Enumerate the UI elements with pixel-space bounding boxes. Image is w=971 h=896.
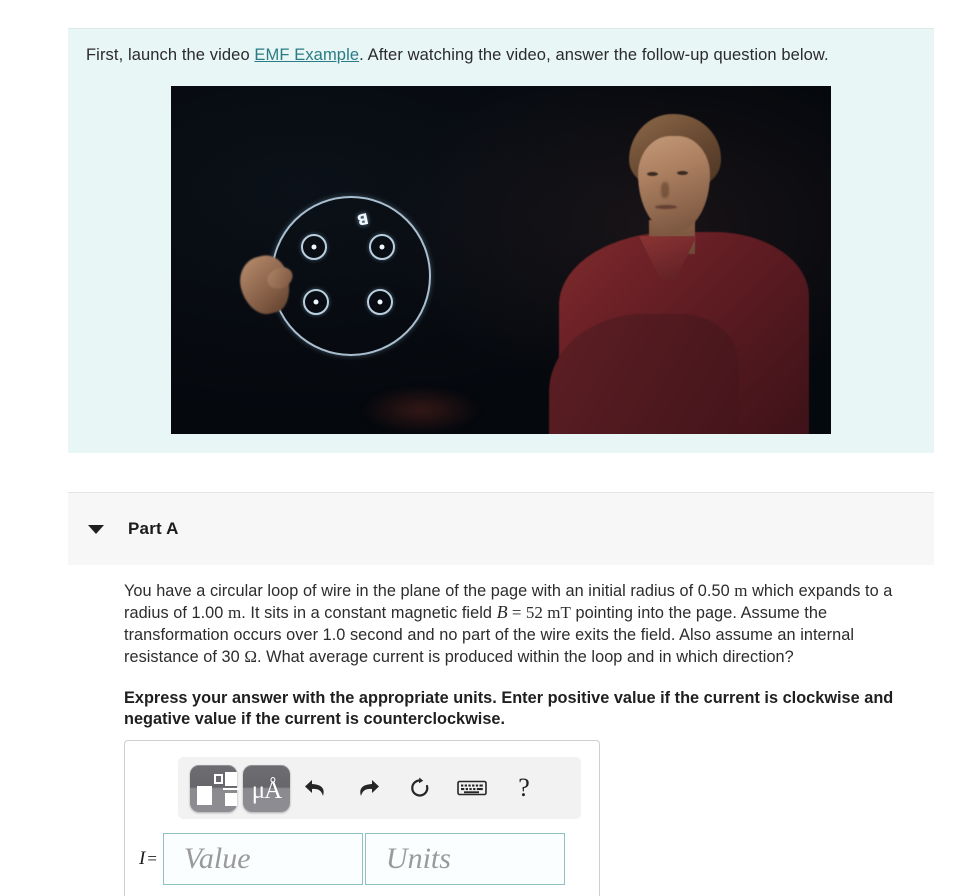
answer-value-input[interactable]: Value: [162, 833, 363, 885]
instructor-nose: [661, 182, 669, 198]
loop-circle-icon: [271, 196, 431, 356]
math-input-toolbar: μÅ ?: [178, 757, 581, 819]
triangle-down-icon[interactable]: [88, 524, 104, 534]
field-out-dot-icon: [367, 289, 393, 315]
reset-circular-arrow-icon: [411, 777, 429, 797]
symbol-b: B: [496, 602, 508, 623]
redo-arrow-icon: [360, 780, 379, 796]
math-template-icon: [190, 765, 239, 812]
question-mark-icon: ?: [518, 773, 530, 802]
part-a-header[interactable]: Part A: [68, 492, 934, 565]
video-floor-glow: [361, 386, 481, 434]
answer-input-row: I = Value Units: [139, 833, 565, 885]
unit-meter-2: m: [227, 603, 242, 623]
instructor-eye-left: [647, 172, 658, 176]
math-template-button[interactable]: [190, 764, 239, 812]
question-body: You have a circular loop of wire in the …: [124, 580, 930, 731]
instructor-eye-right: [677, 171, 688, 175]
help-button[interactable]: ?: [498, 765, 550, 812]
field-out-dot-icon: [369, 234, 395, 260]
units-placeholder: Units: [385, 842, 451, 875]
answer-instruction-text: Express your answer with the appropriate…: [124, 688, 894, 729]
magnetic-field-loop-diagram: B: [271, 196, 431, 356]
undo-button[interactable]: [290, 765, 342, 812]
intro-video-panel: First, launch the video EMF Example. Aft…: [68, 28, 934, 453]
answer-equals-label: =: [147, 849, 157, 868]
keyboard-icon: [457, 780, 487, 796]
question-line-e: . What average current is produced withi…: [257, 648, 794, 667]
answer-variable-label: I: [139, 848, 146, 869]
reset-button[interactable]: [394, 765, 446, 812]
emf-example-video-link[interactable]: EMF Example: [254, 46, 359, 64]
field-value: = 52 mT: [507, 603, 571, 623]
intro-text-before: First, launch the video: [86, 46, 255, 64]
intro-text-after: . After watching the video, answer the f…: [359, 46, 829, 64]
field-out-dot-icon: [301, 234, 327, 260]
part-a-title: Part A: [128, 519, 179, 538]
answer-units-input[interactable]: Units: [364, 833, 565, 885]
unit-ohm: Ω: [244, 647, 257, 667]
video-player-thumbnail[interactable]: B: [171, 86, 831, 434]
intro-instruction-text: First, launch the video EMF Example. Aft…: [86, 46, 829, 65]
unit-meter-1: m: [734, 581, 748, 600]
instructor-face: [638, 136, 710, 232]
field-out-dot-icon: [303, 289, 329, 315]
video-instructor-figure: [541, 104, 831, 434]
question-line-a: You have a circular loop of wire in the …: [124, 582, 735, 600]
instructor-mouth: [655, 205, 677, 209]
value-placeholder: Value: [183, 842, 251, 875]
redo-button[interactable]: [342, 765, 394, 812]
units-button[interactable]: μÅ: [243, 764, 290, 812]
units-icon: μÅ: [251, 776, 282, 804]
question-line-c: . It sits in a constant magnetic field: [241, 604, 497, 623]
undo-arrow-icon: [305, 780, 324, 796]
question-statement: You have a circular loop of wire in the …: [124, 580, 930, 669]
assignment-page: First, launch the video EMF Example. Aft…: [0, 0, 971, 896]
keyboard-button[interactable]: [446, 765, 498, 812]
answer-entry-box: μÅ ? I = Value Units: [124, 740, 600, 896]
